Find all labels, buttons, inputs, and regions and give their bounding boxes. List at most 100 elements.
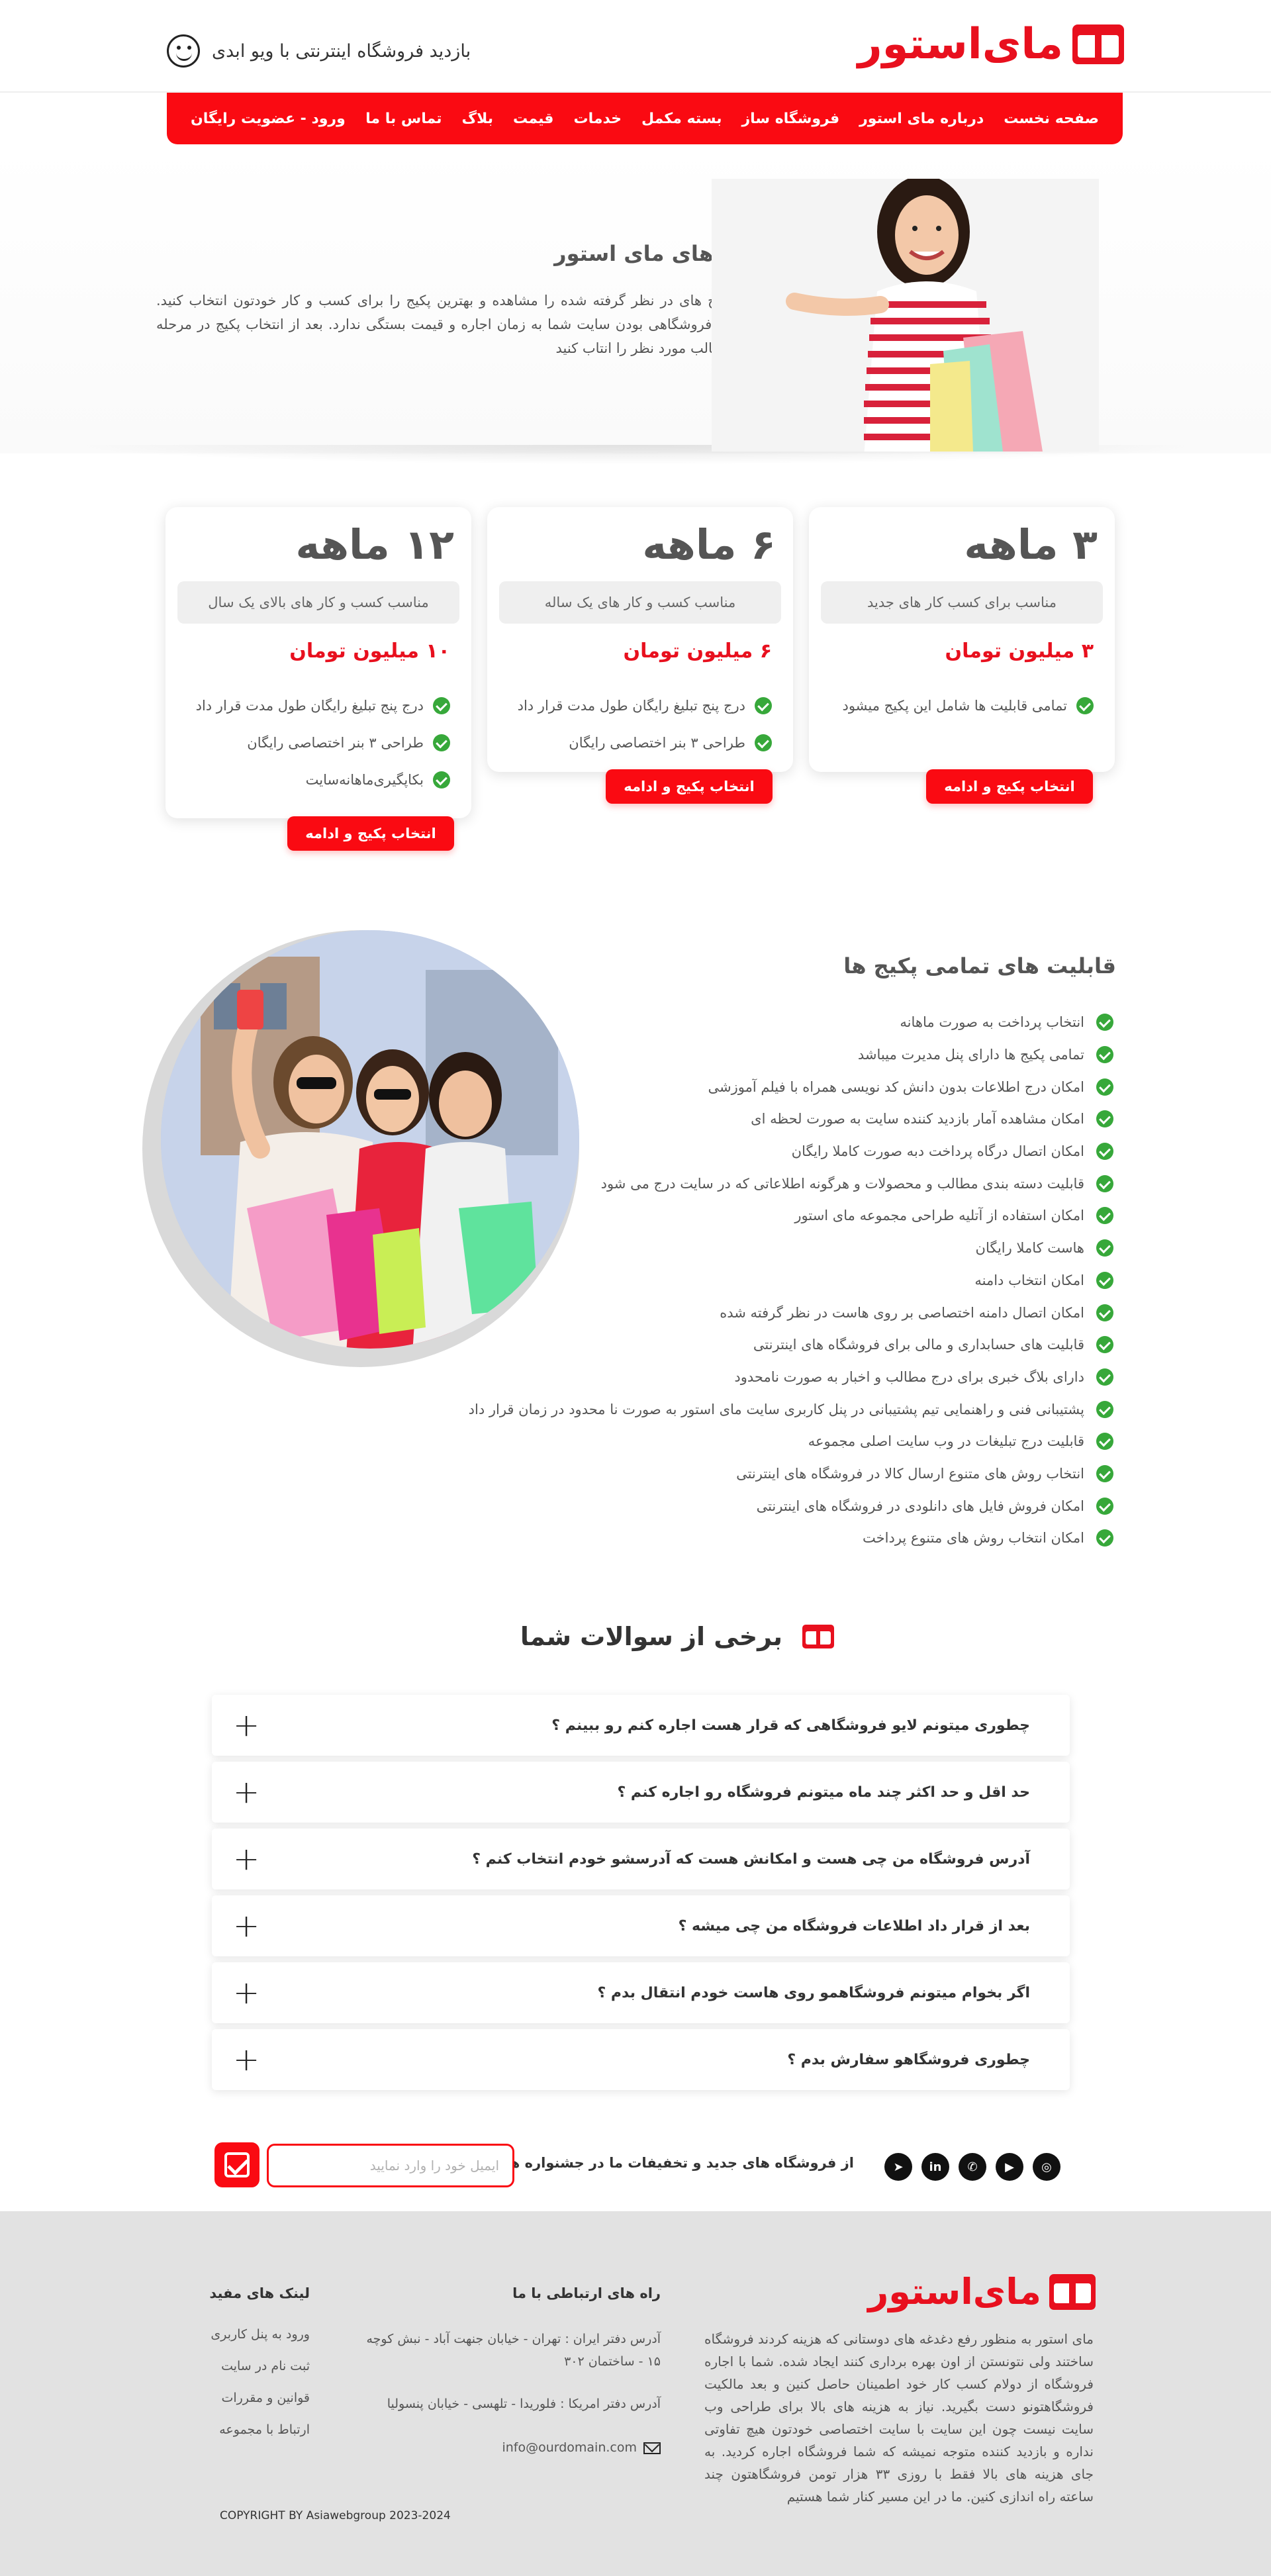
- faq-question: بعد از قرار داد اطلاعات فروشگاه من چی می…: [678, 1917, 1030, 1934]
- faq-item[interactable]: چطوری فروشگاهو سفارش بدم ؟ +: [212, 2029, 1070, 2090]
- package-feature: طراحی ۳ بنر اختصاصی رایگان: [196, 724, 450, 761]
- footer-links-title: لینک های مفید: [209, 2285, 310, 2301]
- feature-item: قابلیت های حسابداری و مالی برای فروشگاه …: [469, 1329, 1113, 1361]
- plus-icon[interactable]: +: [233, 1776, 259, 1808]
- package-feature-text: بکاپگیری‌ماهانه‌سایت: [305, 772, 424, 788]
- newsletter-email-input[interactable]: [267, 2144, 514, 2187]
- nav-item-store-builder[interactable]: فروشگاه ساز: [741, 111, 839, 127]
- select-package-12-months-button[interactable]: انتخاب پکیج و ادامه: [287, 816, 454, 851]
- package-subtitle: مناسب برای کسب کار های جدید: [821, 581, 1103, 624]
- footer-link[interactable]: ارتباط با مجموعه: [211, 2422, 310, 2454]
- visit-store-link[interactable]: بازدید فروشگاه اینترنتی با ویو ابدی: [167, 34, 471, 68]
- footer-link[interactable]: ثبت نام در سایت: [211, 2359, 310, 2391]
- copyright: COPYRIGHT BY Asiawebgroup 2023-2024: [220, 2509, 451, 2522]
- gift-icon: [1049, 2273, 1096, 2310]
- nav-item-contact[interactable]: تماس با ما: [365, 111, 442, 127]
- gift-icon: [1072, 24, 1124, 64]
- footer-links: ورود به پنل کاربری ثبت نام در سایت قوانی…: [211, 2327, 310, 2454]
- feature-text: تمامی پکیج ها دارای پنل مدیرت میباشد: [857, 1047, 1084, 1063]
- nav-item-blog[interactable]: بلاگ: [462, 111, 494, 127]
- check-icon: [1096, 1110, 1113, 1128]
- faq-question: چطوری فروشگاهو سفارش بدم ؟: [787, 2051, 1030, 2068]
- feature-item: دارای بلاگ خبری برای درج مطالب و اخبار ب…: [469, 1361, 1113, 1394]
- nav-item-addon-package[interactable]: بسته مکمل: [641, 111, 722, 127]
- footer-link[interactable]: ورود به پنل کاربری: [211, 2327, 310, 2359]
- check-icon: [1096, 1464, 1113, 1482]
- feature-text: امکان اتصال دامنه اختصاصی بر روی هاست در…: [720, 1304, 1084, 1321]
- feature-text: امکان استفاده از آتلیه طراحی مجموعه مای …: [794, 1208, 1084, 1224]
- plus-icon[interactable]: +: [233, 2044, 259, 2075]
- check-icon: [1096, 1174, 1113, 1192]
- check-icon: [1096, 1078, 1113, 1096]
- faq-item[interactable]: حد اقل و حد اکثر چند ماه میتونم فروشگاه …: [212, 1762, 1070, 1823]
- footer-address-usa: آدرس دفتر امریکا : فلوریدا - تلهسی - خیا…: [387, 2397, 661, 2411]
- plus-icon[interactable]: +: [233, 1843, 259, 1875]
- package-card-12-months: ۱۲ ماهه مناسب کسب و کار های بالای یک سال…: [165, 507, 471, 818]
- feature-text: پشتیبانی فنی و راهنمایی تیم پشتیبانی در …: [468, 1401, 1084, 1417]
- check-icon: [1096, 1400, 1113, 1418]
- feature-text: امکان انتخاب دامنه: [974, 1272, 1084, 1288]
- select-package-6-months-button[interactable]: انتخاب پکیج و ادامه: [606, 769, 773, 804]
- login-register-link[interactable]: ورود - عضویت رایگان: [191, 111, 346, 127]
- check-icon: [1096, 1271, 1113, 1289]
- nav-item-home[interactable]: صفحه نخست: [1004, 111, 1099, 127]
- plus-icon[interactable]: +: [233, 1709, 259, 1741]
- plus-icon[interactable]: +: [233, 1977, 259, 2009]
- footer-logo[interactable]: مای‌استور: [868, 2271, 1096, 2313]
- package-feature: طراحی ۳ بنر اختصاصی رایگان: [518, 724, 772, 761]
- check-icon: [1096, 1529, 1113, 1547]
- feature-text: امکان فروش فایل های دانلودی در فروشگاه ه…: [756, 1498, 1084, 1514]
- footer-link[interactable]: قوانین و مقررات: [211, 2391, 310, 2422]
- nav-item-services[interactable]: خدمات: [573, 111, 622, 127]
- footer-email-row[interactable]: info@ourdomain.com: [350, 2436, 661, 2459]
- features-title: قابلیت های تمامی پکیج ها: [843, 953, 1116, 978]
- feature-text: دارای بلاگ خبری برای درج مطالب و اخبار ب…: [734, 1368, 1084, 1385]
- check-icon: [433, 771, 450, 788]
- logo-text: مای‌استور: [857, 20, 1064, 69]
- instagram-icon[interactable]: ◎: [1033, 2153, 1060, 2181]
- check-icon: [1096, 1207, 1113, 1225]
- check-icon: [1096, 1143, 1113, 1161]
- package-duration: ۶ ماهه: [642, 520, 776, 569]
- faq-title: برخی از سوالات شما: [520, 1622, 782, 1651]
- package-subtitle: مناسب کسب و کار های بالای یک سال: [177, 581, 459, 624]
- footer-contact-title: راه های ارتباطی با ما: [512, 2285, 661, 2301]
- feature-item: امکان فروش فایل های دانلودی در فروشگاه ه…: [469, 1490, 1113, 1522]
- package-feature-text: طراحی ۳ بنر اختصاصی رایگان: [247, 735, 424, 751]
- check-icon: [755, 697, 772, 714]
- nav-item-about[interactable]: درباره مای استور: [859, 111, 984, 127]
- feature-text: قابلیت درج تبلیغات در وب سایت اصلی مجموع…: [808, 1433, 1084, 1450]
- smiley-icon: [167, 34, 200, 68]
- feature-item: قابلیت درج تبلیغات در وب سایت اصلی مجموع…: [469, 1425, 1113, 1458]
- whatsapp-icon[interactable]: ✆: [959, 2153, 986, 2181]
- faq-question: حد اقل و حد اکثر چند ماه میتونم فروشگاه …: [617, 1784, 1030, 1801]
- package-feature: تمامی قابلیت ها شامل این پکیج میشود: [842, 687, 1094, 724]
- faq-item[interactable]: آدرس فروشگاه من چی هست و امکانش هست که آ…: [212, 1829, 1070, 1889]
- package-feature-text: درج پنج تبلیغ رایگان طول مدت قرار داد: [517, 698, 745, 714]
- footer-email[interactable]: info@ourdomain.com: [502, 2440, 637, 2455]
- package-features: درج پنج تبلیغ رایگان طول مدت قرار داد طر…: [518, 687, 772, 761]
- package-card-3-months: ۳ ماهه مناسب برای کسب کار های جدید ۳ میل…: [809, 507, 1115, 772]
- plus-icon[interactable]: +: [233, 1910, 259, 1942]
- check-icon: [433, 697, 450, 714]
- feature-text: قابلیت های حسابداری و مالی برای فروشگاه …: [753, 1337, 1084, 1353]
- check-icon: [1096, 1497, 1113, 1515]
- select-package-3-months-button[interactable]: انتخاب پکیج و ادامه: [926, 769, 1093, 804]
- feature-text: هاست کاملا رایگان: [975, 1240, 1084, 1257]
- faq-item[interactable]: اگر بخوام میتونم فروشگاهمو روی هاست خودم…: [212, 1962, 1070, 2023]
- feature-text: انتخاب روش های متنوع ارسال کالا در فروشگ…: [736, 1465, 1084, 1482]
- package-duration: ۳ ماهه: [964, 520, 1098, 569]
- linkedin-icon[interactable]: in: [921, 2153, 949, 2181]
- telegram-icon[interactable]: ➤: [884, 2153, 912, 2181]
- faq-item[interactable]: بعد از قرار داد اطلاعات فروشگاه من چی می…: [212, 1895, 1070, 1956]
- newsletter-submit-button[interactable]: [214, 2142, 259, 2187]
- check-icon: [433, 734, 450, 751]
- youtube-icon[interactable]: ▶: [996, 2153, 1023, 2181]
- faq-item[interactable]: چطوری میتونم لایو فروشگاهی که قرار هست ا…: [212, 1695, 1070, 1756]
- site-header: مای‌استور بازدید فروشگاه اینترنتی با ویو…: [0, 0, 1271, 93]
- shopping-friends-image: [161, 930, 579, 1349]
- site-logo[interactable]: مای‌استور: [858, 20, 1124, 69]
- visit-store-text: بازدید فروشگاه اینترنتی با ویو ابدی: [212, 40, 471, 62]
- feature-text: قابلیت دسته بندی مطالب و محصولات و هرگون…: [600, 1175, 1084, 1192]
- nav-item-price[interactable]: قیمت: [513, 111, 553, 127]
